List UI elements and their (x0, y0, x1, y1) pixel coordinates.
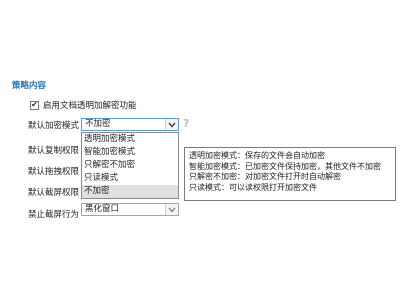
default-encrypt-label: 默认加密模式 (28, 121, 80, 131)
encrypt-mode-tooltip: 透明加密模式：保存的文件会自动加密 智能加密模式：已加密文件保持加密，其他文件不… (184, 147, 396, 201)
dropdown-option-selected[interactable]: 不加密 (82, 185, 178, 198)
default-encrypt-value: 不加密 (85, 119, 111, 129)
enable-transparent-checkbox[interactable]: ✔ (30, 100, 39, 110)
dropdown-option[interactable]: 透明加密模式 (82, 133, 178, 146)
section-title: 策略内容 (12, 81, 47, 91)
default-drag-label: 默认拖拽权限 (28, 167, 80, 177)
forbid-screenshot-label: 禁止截屏行为 (28, 210, 80, 220)
enable-transparent-label: 启用文档透明加解密功能 (43, 101, 137, 111)
tooltip-line: 只解密不加密：对加密文件打开时自动解密 (189, 172, 341, 182)
default-encrypt-select[interactable]: 不加密 (81, 118, 179, 131)
dropdown-option[interactable]: 只读模式 (82, 172, 178, 185)
dropdown-option[interactable]: 只解密不加密 (82, 159, 178, 172)
enable-transparent-row[interactable]: ✔ 启用文档透明加解密功能 (30, 99, 137, 111)
default-copy-label: 默认复制权限 (28, 146, 80, 156)
encrypt-mode-dropdown: 透明加密模式 智能加密模式 只解密不加密 只读模式 不加密 (81, 132, 179, 199)
dropdown-option[interactable]: 智能加密模式 (82, 146, 178, 159)
chevron-down-icon[interactable] (165, 119, 178, 130)
tooltip-line: 智能加密模式：已加密文件保持加密，其他文件不加密 (189, 161, 381, 171)
chevron-down-icon[interactable] (165, 204, 178, 215)
default-screenshot-label: 默认截屏权限 (28, 188, 80, 198)
help-icon[interactable]: ? (183, 117, 189, 130)
tooltip-line: 透明加密模式：保存的文件会自动加密 (189, 151, 325, 160)
tooltip-line: 只读模式：可以读权限打开加密文件 (189, 182, 317, 192)
forbid-screenshot-select[interactable]: 黑化窗口 (81, 203, 179, 216)
forbid-screenshot-value: 黑化窗口 (85, 204, 120, 214)
